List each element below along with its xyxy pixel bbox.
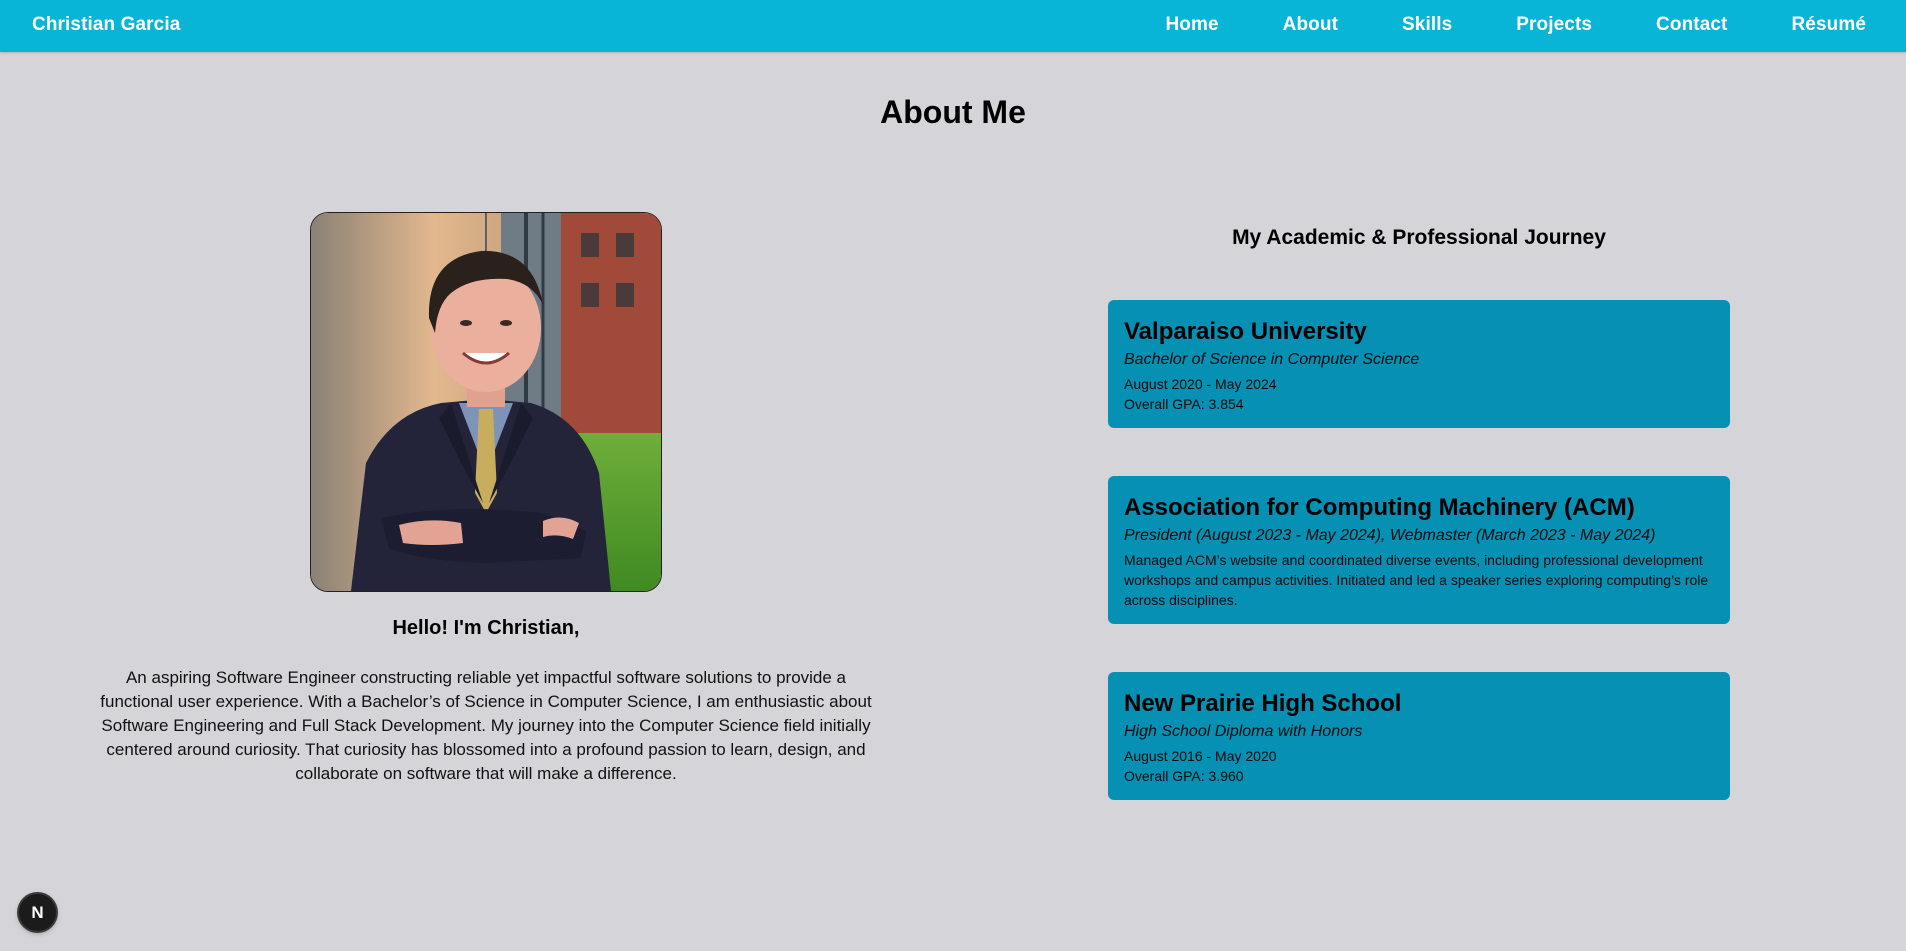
card-subtitle: Bachelor of Science in Computer Science [1124,351,1420,368]
profile-photo [310,212,662,592]
journey-title: My Academic & Professional Journey [1232,226,1606,249]
card-gpa: Overall GPA: 3.854 [1124,396,1244,412]
nav-links: Home About Skills Projects Contact Résum… [1101,14,1866,36]
nav-resume-link[interactable]: Résumé [1791,14,1866,36]
bio-paragraph: An aspiring Software Engineer constructi… [100,668,872,783]
card-dates: August 2020 - May 2024 [1124,376,1277,392]
card-title: Valparaiso University [1124,318,1367,345]
navbar: Christian Garcia Home About Skills Proje… [0,0,1906,52]
journey-card-acm: Association for Computing Machinery (ACM… [1108,476,1730,624]
profile-photo-image [311,213,661,591]
greeting-heading: Hello! I'm Christian, [392,617,580,639]
card-gpa: Overall GPA: 3.960 [1124,768,1244,784]
nav-home-link[interactable]: Home [1165,14,1218,36]
card-dates: August 2016 - May 2020 [1124,748,1277,764]
nav-about-link[interactable]: About [1283,14,1338,36]
nav-contact-link[interactable]: Contact [1656,14,1727,36]
card-subtitle: President (August 2023 - May 2024), Webm… [1124,527,1656,544]
card-title: New Prairie High School [1124,690,1402,717]
journey-card-valparaiso: Valparaiso University Bachelor of Scienc… [1108,300,1730,428]
nextjs-dev-badge-icon[interactable]: N [19,894,56,931]
journey-card-new-prairie: New Prairie High School High School Dipl… [1108,672,1730,800]
card-subtitle: High School Diploma with Honors [1124,723,1363,740]
brand-link[interactable]: Christian Garcia [32,14,180,36]
nav-skills-link[interactable]: Skills [1402,14,1452,36]
card-description: Managed ACM’s website and coordinated di… [1124,552,1709,608]
page-title: About Me [880,94,1026,130]
nav-projects-link[interactable]: Projects [1516,14,1592,36]
card-title: Association for Computing Machinery (ACM… [1124,494,1635,521]
